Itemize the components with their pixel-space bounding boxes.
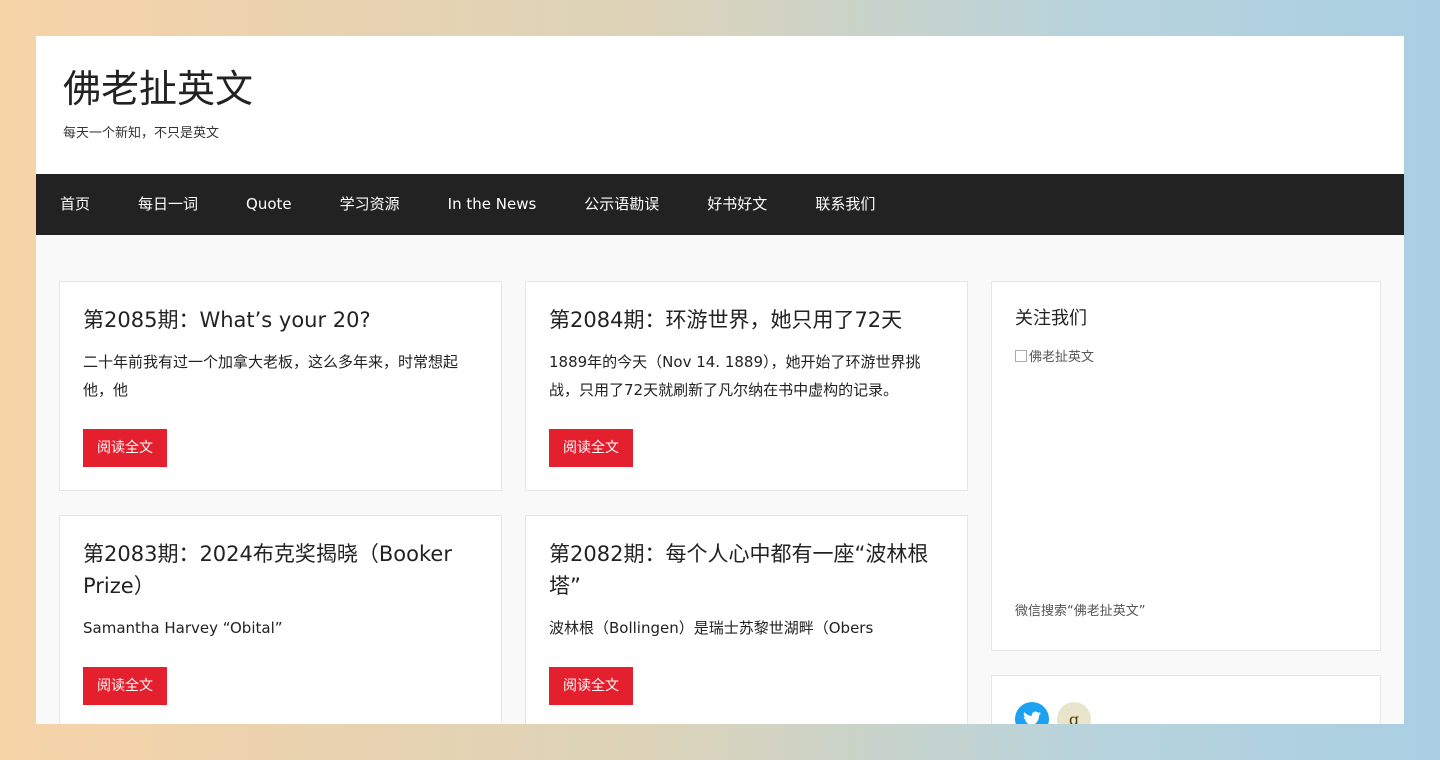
- post-excerpt: 二十年前我有过一个加拿大老板，这么多年来，时常想起他，他: [83, 353, 459, 399]
- nav-item-home[interactable]: 首页: [36, 174, 114, 235]
- post-excerpt: 1889年的今天（Nov 14. 1889），她开始了环游世界挑战，只用了72天…: [549, 353, 921, 399]
- read-more-button[interactable]: 阅读全文: [83, 667, 167, 705]
- post-card: 第2084期：环游世界，她只用了72天 1889年的今天（Nov 14. 188…: [525, 281, 968, 491]
- post-title[interactable]: 第2085期：What’s your 20?: [83, 304, 478, 336]
- read-more-button[interactable]: 阅读全文: [549, 667, 633, 705]
- nav-item-books[interactable]: 好书好文: [683, 174, 791, 235]
- post-card: 第2085期：What’s your 20? 二十年前我有过一个加拿大老板，这么…: [59, 281, 502, 491]
- read-more-button[interactable]: 阅读全文: [83, 429, 167, 467]
- follow-widget: 关注我们 佛老扯英文 微信搜索“佛老扯英文”: [991, 281, 1381, 651]
- main-nav: 首页 每日一词 Quote 学习资源 In the News 公示语勘误 好书好…: [36, 174, 1404, 235]
- site-description: 每天一个新知，不只是英文: [63, 126, 220, 141]
- nav-item-in-the-news[interactable]: In the News: [424, 174, 561, 235]
- post-title[interactable]: 第2082期：每个人心中都有一座“波林根塔”: [549, 538, 944, 602]
- qr-alt-text: 佛老扯英文: [1029, 350, 1095, 365]
- qr-code-image: 佛老扯英文: [1015, 346, 1357, 365]
- post-excerpt: 波林根（Bollingen）是瑞士苏黎世湖畔（Obers: [549, 619, 874, 637]
- widget-title: 关注我们: [1015, 308, 1087, 329]
- nav-item-resources[interactable]: 学习资源: [316, 174, 424, 235]
- social-widget: g: [991, 675, 1381, 724]
- site-title[interactable]: 佛老扯英文: [63, 66, 1404, 112]
- nav-item-quote[interactable]: Quote: [222, 174, 316, 235]
- page: 佛老扯英文 每天一个新知，不只是英文 首页 每日一词 Quote 学习资源 In…: [36, 36, 1404, 724]
- broken-image-icon: [1015, 349, 1027, 362]
- nav-item-sign-errata[interactable]: 公示语勘误: [560, 174, 683, 235]
- nav-item-word-of-day[interactable]: 每日一词: [114, 174, 222, 235]
- nav-item-contact[interactable]: 联系我们: [791, 174, 899, 235]
- post-excerpt: Samantha Harvey “Obital”: [83, 619, 283, 637]
- post-card: 第2082期：每个人心中都有一座“波林根塔” 波林根（Bollingen）是瑞士…: [525, 515, 968, 724]
- wechat-note: 微信搜索“佛老扯英文”: [1015, 604, 1146, 619]
- post-card: 第2083期：2024布克奖揭晓（Booker Prize） Samantha …: [59, 515, 502, 724]
- social-links: g: [1015, 702, 1357, 724]
- post-title[interactable]: 第2084期：环游世界，她只用了72天: [549, 304, 944, 336]
- twitter-icon[interactable]: [1015, 702, 1049, 724]
- goodreads-icon[interactable]: g: [1057, 702, 1091, 724]
- site-header: 佛老扯英文 每天一个新知，不只是英文: [36, 36, 1404, 174]
- post-title[interactable]: 第2083期：2024布克奖揭晓（Booker Prize）: [83, 538, 478, 602]
- read-more-button[interactable]: 阅读全文: [549, 429, 633, 467]
